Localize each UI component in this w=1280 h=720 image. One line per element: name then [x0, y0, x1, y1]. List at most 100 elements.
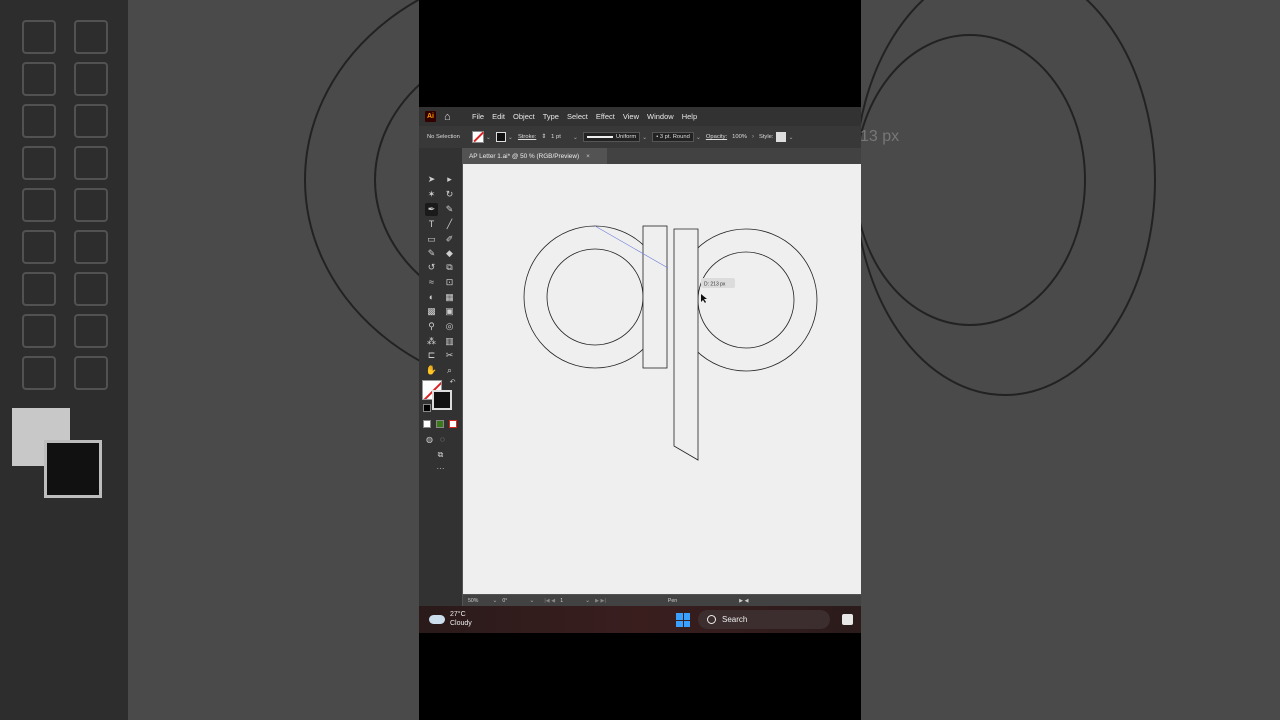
opacity-field[interactable]: 100%	[732, 134, 747, 140]
opacity-label[interactable]: Opacity:	[706, 134, 727, 140]
stroke-weight-field[interactable]: 1 pt	[551, 134, 561, 140]
stroke-swatch[interactable]	[495, 132, 506, 142]
app-logo: Ai	[425, 111, 436, 122]
menu-window[interactable]: Window	[647, 112, 674, 121]
rectangle-tool-icon[interactable]: ▭	[425, 233, 438, 246]
screen-mode-icon[interactable]: ⧉	[434, 448, 447, 461]
swap-arrow-icon[interactable]: ↶	[446, 376, 459, 389]
slice-tool-icon[interactable]: ✂	[443, 349, 456, 362]
free-transform-icon[interactable]: ⊡	[443, 276, 456, 289]
video-frame: Ai ⌂ File Edit Object Type Select Effect…	[419, 0, 861, 720]
shaper-tool-icon[interactable]: ✎	[425, 247, 438, 260]
default-colors-icon[interactable]	[423, 404, 431, 412]
play-icon[interactable]: ▶ ◀	[739, 598, 748, 604]
warp-tool-icon[interactable]: ≈	[425, 276, 438, 289]
zoom-level[interactable]: 50%	[468, 598, 478, 604]
chevron-right-icon[interactable]: ›	[752, 134, 754, 140]
perspective-grid-icon[interactable]: ▦	[443, 291, 456, 304]
artboard-number[interactable]: 1	[560, 598, 563, 604]
next-artboard-icon[interactable]: ▶ ▶|	[595, 598, 606, 604]
menu-object[interactable]: Object	[513, 112, 535, 121]
search-icon	[707, 615, 716, 624]
shape-builder-icon[interactable]: ◐	[425, 291, 438, 304]
close-icon[interactable]: ×	[586, 153, 590, 160]
stroke-stepper-icon[interactable]: ⇕	[541, 134, 546, 140]
magic-wand-icon[interactable]: ✶	[425, 188, 438, 201]
document-tab-title: AP Letter 1.ai* @ 50 % (RGB/Preview)	[469, 152, 580, 160]
menu-file[interactable]: File	[472, 112, 484, 121]
menu-help[interactable]: Help	[682, 112, 697, 121]
rotate-icon[interactable]: ↺	[425, 261, 438, 274]
chevron-down-icon[interactable]: ⌄	[585, 597, 590, 604]
draw-mode-icon[interactable]: ◍	[423, 433, 436, 446]
menu-view[interactable]: View	[623, 112, 639, 121]
document-tab[interactable]: AP Letter 1.ai* @ 50 % (RGB/Preview) ×	[463, 148, 607, 164]
menu-edit[interactable]: Edit	[492, 112, 505, 121]
illustrator-window: Ai ⌂ File Edit Object Type Select Effect…	[419, 107, 861, 606]
blend-tool-icon[interactable]: ◎	[443, 320, 456, 333]
fill-swatch[interactable]	[471, 131, 484, 143]
bg-measure-label: 13 px	[860, 128, 900, 145]
curvature-tool-icon[interactable]: ✎	[443, 203, 456, 216]
profile-label: Uniform	[615, 134, 637, 140]
menu-type[interactable]: Type	[543, 112, 559, 121]
eraser-icon[interactable]: ◆	[443, 247, 456, 260]
current-tool: Pen	[667, 597, 678, 604]
variable-width-profile[interactable]: Uniform	[582, 132, 641, 142]
first-artboard-icon[interactable]: |◀ ◀	[544, 598, 555, 604]
chevron-down-icon[interactable]: ⌄	[486, 134, 491, 141]
scale-icon[interactable]: ⧉	[443, 261, 456, 274]
windows-start-icon[interactable]	[676, 613, 690, 627]
search-label: Search	[722, 615, 748, 624]
weather-condition: Cloudy	[450, 619, 472, 627]
more-tools-icon[interactable]: ···	[434, 462, 447, 475]
none-mode-icon[interactable]	[449, 420, 457, 428]
mesh-tool-icon[interactable]: ▩	[425, 305, 438, 318]
color-mode-icon[interactable]	[423, 420, 431, 428]
chevron-down-icon[interactable]: ⌄	[696, 134, 701, 141]
selection-tool-icon[interactable]: ➤	[425, 173, 438, 186]
artboard-tool-icon[interactable]: ⊏	[425, 349, 438, 362]
symbol-sprayer-icon[interactable]: ⁂	[425, 335, 438, 348]
app-icon[interactable]	[842, 614, 853, 625]
selection-status: No Selection	[427, 134, 460, 140]
hand-icon[interactable]: ✋	[425, 364, 438, 377]
windows-taskbar: 27°C Cloudy Search	[419, 606, 861, 633]
pen-tool-icon[interactable]: ✒	[425, 203, 438, 216]
tools-panel: ➤ ▸ ✶ ↻ ✒ ✎ T ╱ ▭ ✐ ✎ ◆ ↺ ⧉ ≈ ⊡ ◐ ▦ ▩ ▣ …	[419, 148, 462, 606]
gradient-mode-icon[interactable]	[436, 420, 444, 428]
cloud-icon	[429, 615, 445, 624]
menu-bar: Ai ⌂ File Edit Object Type Select Effect…	[419, 107, 861, 126]
graph-tool-icon[interactable]: ▥	[443, 335, 456, 348]
eyedropper-icon[interactable]: ⚲	[425, 320, 438, 333]
lasso-icon[interactable]: ↻	[443, 188, 456, 201]
chevron-down-icon[interactable]: ⌄	[492, 597, 497, 604]
gradient-tool-icon[interactable]: ▣	[443, 305, 456, 318]
stroke-color-box[interactable]	[432, 390, 452, 410]
graphic-style-swatch[interactable]	[776, 132, 787, 142]
artboard-canvas[interactable]: D: 213 px	[463, 164, 861, 594]
chevron-down-icon[interactable]: ⌄	[508, 134, 513, 141]
weather-widget[interactable]: 27°C Cloudy	[429, 611, 472, 628]
type-tool-icon[interactable]: T	[425, 218, 438, 231]
menu-effect[interactable]: Effect	[596, 112, 615, 121]
chevron-down-icon[interactable]: ⌄	[573, 134, 578, 141]
brush-definition[interactable]: • 3 pt. Round	[652, 132, 694, 142]
chevron-down-icon[interactable]: ⌄	[642, 134, 647, 141]
paintbrush-icon[interactable]: ✐	[443, 233, 456, 246]
style-label: Style:	[758, 134, 774, 140]
home-icon[interactable]: ⌂	[444, 111, 456, 123]
chevron-down-icon[interactable]: ⌄	[788, 134, 793, 141]
control-bar: No Selection ⌄ ⌄ Stroke: ⇕ 1 pt ⌄ Unifor…	[419, 126, 861, 148]
menu-select[interactable]: Select	[567, 112, 588, 121]
draw-inside-icon[interactable]: ◌	[436, 433, 449, 446]
chevron-down-icon[interactable]: ⌄	[529, 597, 534, 604]
stroke-label[interactable]: Stroke:	[518, 134, 536, 140]
direct-selection-icon[interactable]: ▸	[443, 173, 456, 186]
rotation-value[interactable]: 0°	[502, 598, 507, 604]
letter-p-inner	[697, 251, 795, 349]
taskbar-search[interactable]: Search	[698, 610, 830, 629]
letter-a-inner	[546, 248, 644, 346]
pen-cursor-icon	[701, 294, 707, 303]
line-tool-icon[interactable]: ╱	[443, 218, 456, 231]
